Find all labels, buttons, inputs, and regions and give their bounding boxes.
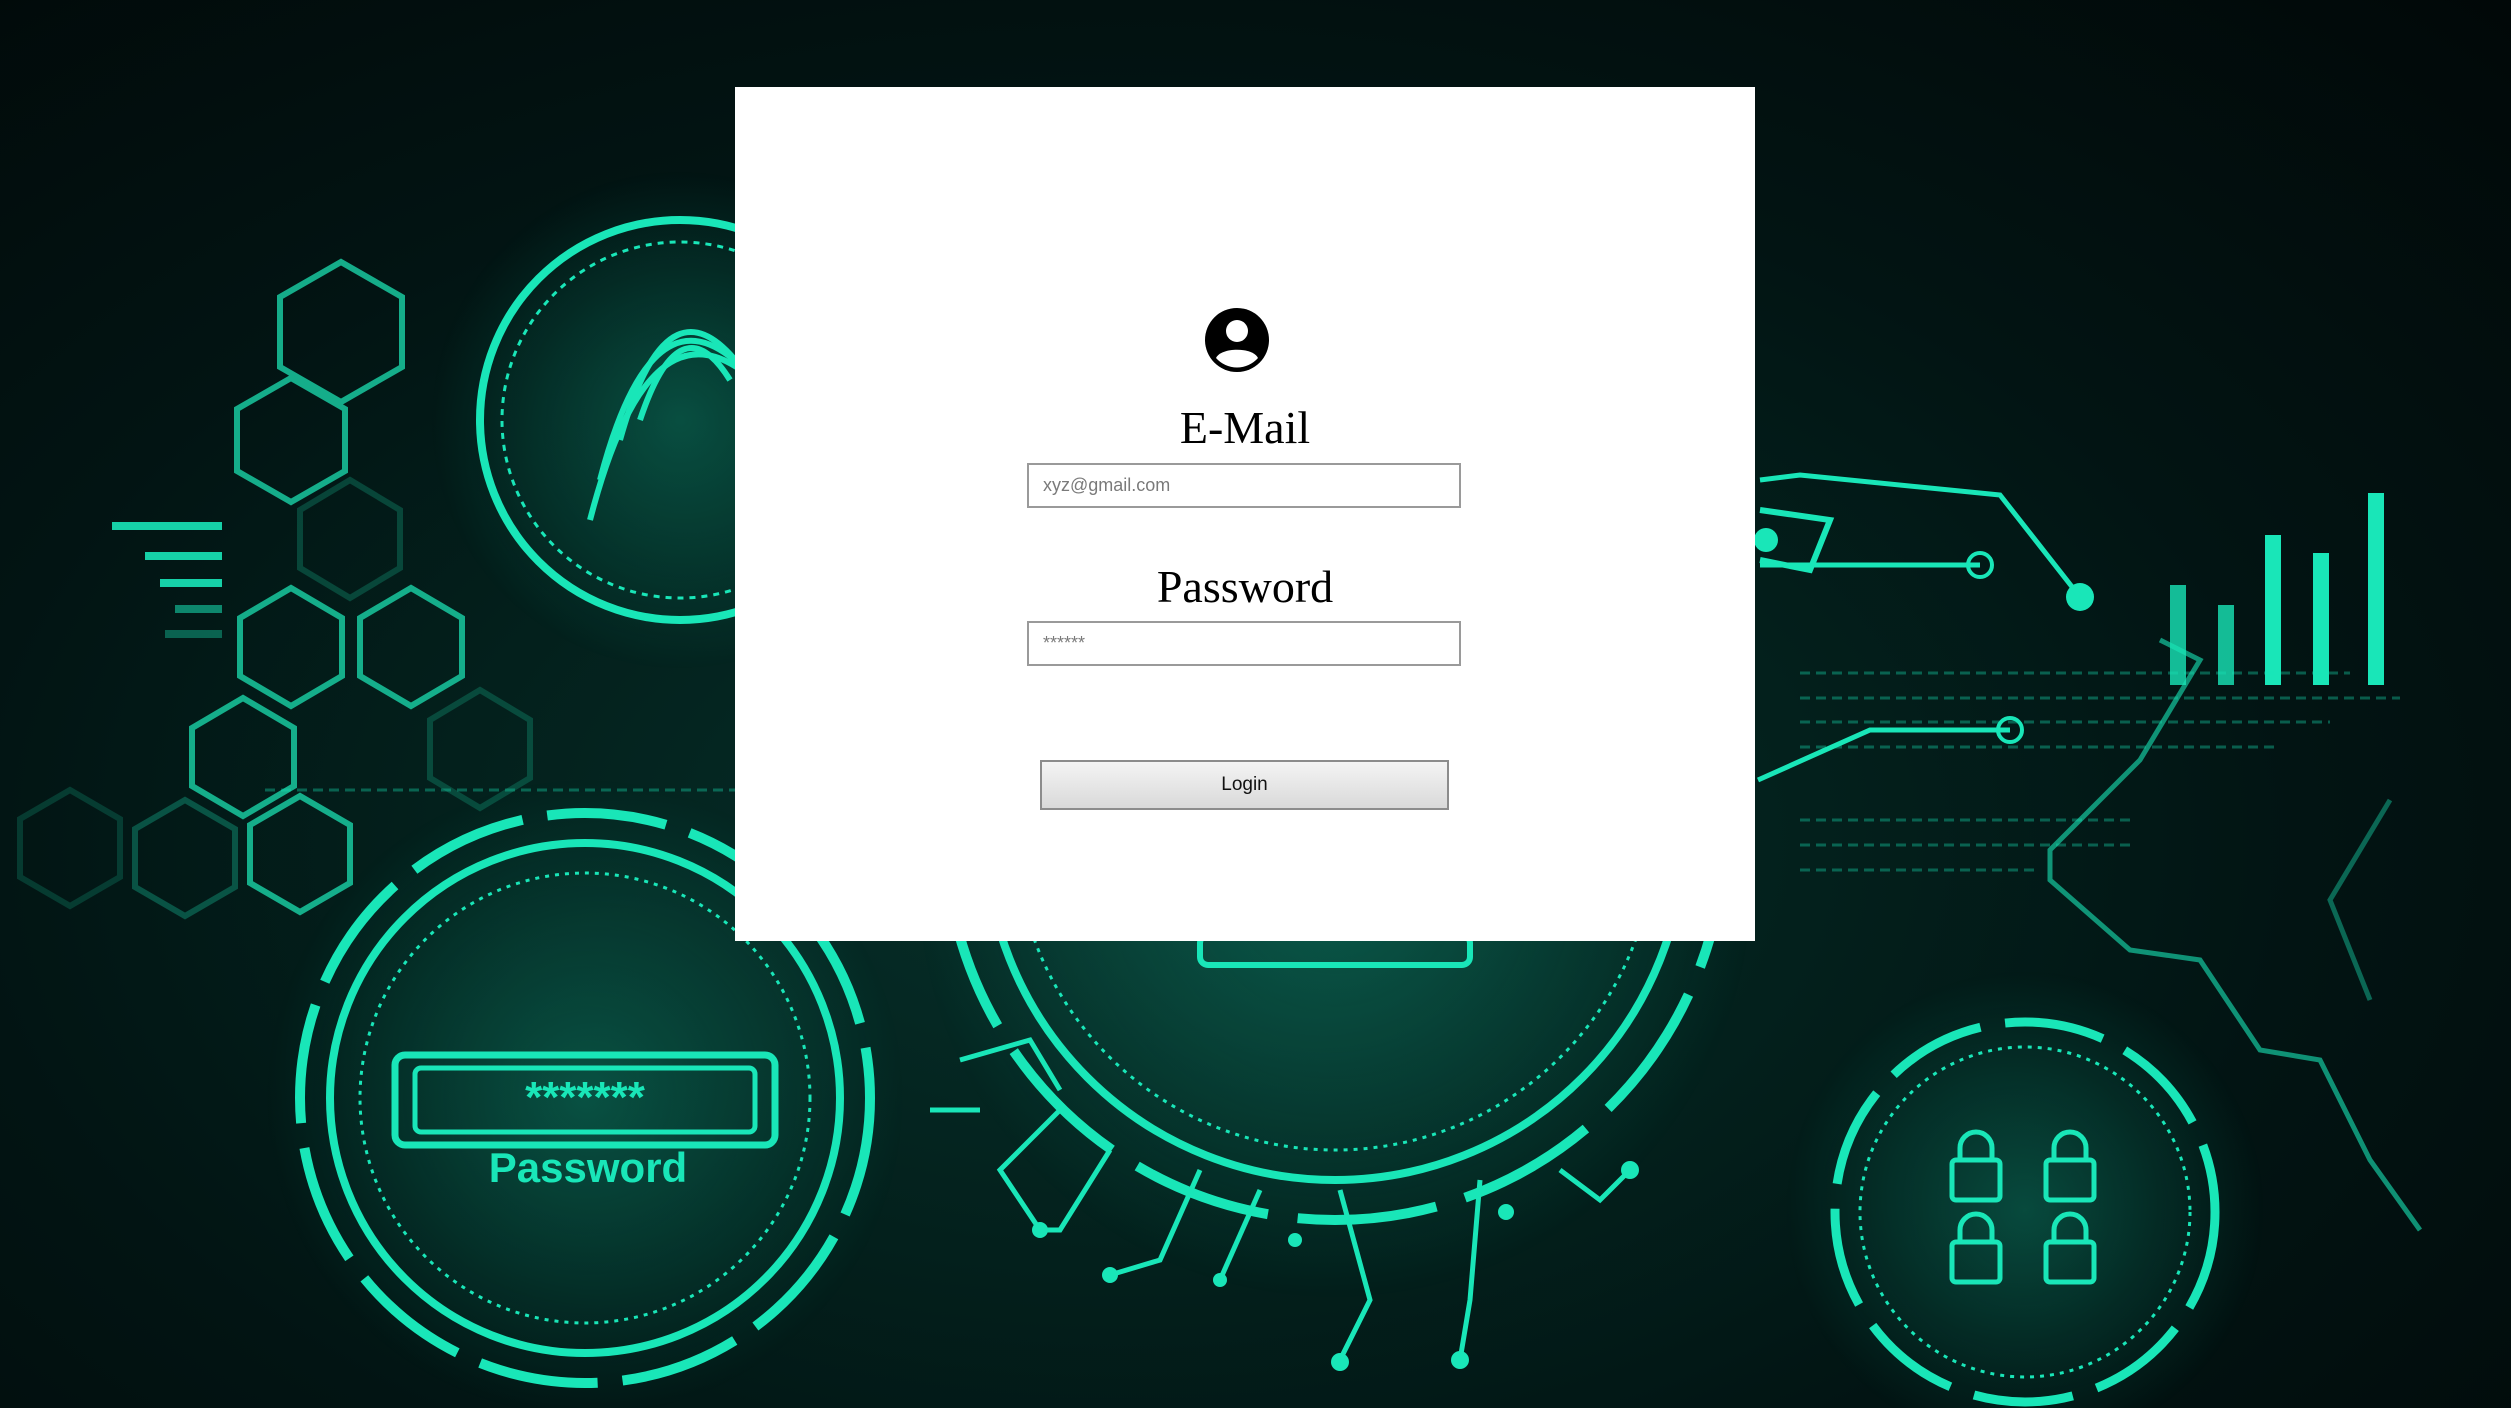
bar-graph-decoration (2170, 493, 2384, 685)
password-label: Password (1156, 561, 1334, 612)
login-button[interactable]: Login (1040, 760, 1449, 810)
login-page: ******* Password E-Mail xyz@gmail.com Pa… (0, 0, 2511, 1408)
email-label: E-Mail (1179, 402, 1311, 453)
user-circle-icon (1205, 308, 1269, 372)
menu-lines-decoration (112, 522, 222, 638)
login-card: E-Mail Password Login (735, 87, 1755, 941)
password-mask-text: ******* (525, 1073, 646, 1122)
email-input[interactable] (1027, 463, 1461, 508)
password-input[interactable] (1027, 621, 1461, 666)
password-illustration-text: Password (489, 1144, 687, 1191)
